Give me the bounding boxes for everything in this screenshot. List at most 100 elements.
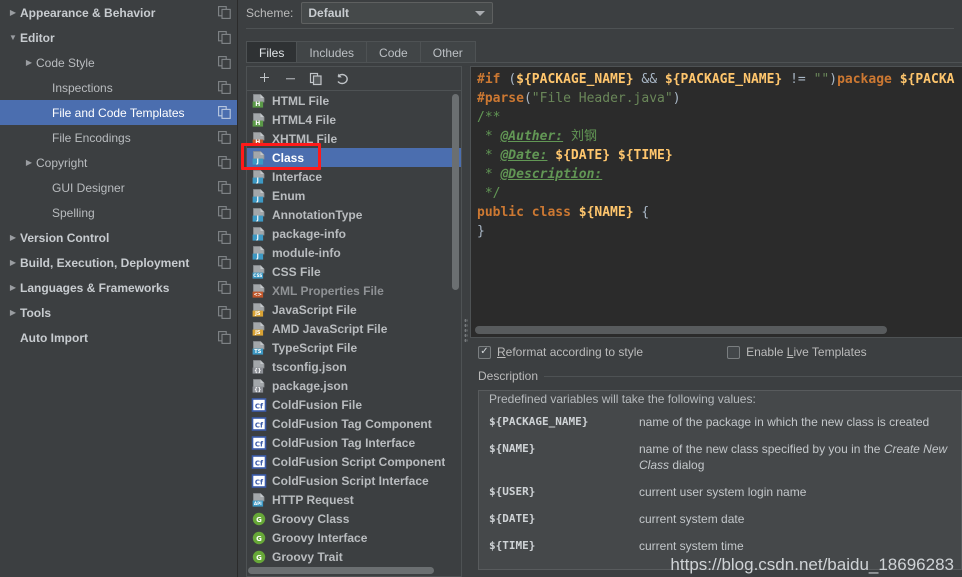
chevron-right-icon[interactable]: ▶	[22, 58, 36, 67]
sidebar-item-label: Spelling	[52, 205, 95, 220]
copy-settings-icon[interactable]	[218, 56, 231, 69]
chevron-right-icon[interactable]: ▶	[22, 158, 36, 167]
file-template-item[interactable]: H HTML File	[247, 91, 461, 110]
file-template-list[interactable]: H HTML File H HTML4 File H XHTML File J Class J I…	[246, 90, 462, 577]
code-line: /**	[477, 108, 962, 127]
file-template-item[interactable]: H XHTML File	[247, 129, 461, 148]
file-template-item[interactable]: Cf ColdFusion Script Interface	[247, 471, 461, 490]
sidebar-item-languages-frameworks[interactable]: ▶ Languages & Frameworks	[0, 275, 237, 300]
file-template-item[interactable]: H HTML4 File	[247, 110, 461, 129]
chevron-right-icon[interactable]: ▶	[6, 233, 20, 242]
scheme-select[interactable]: Default	[301, 2, 494, 24]
description-panel[interactable]: Predefined variables will take the follo…	[478, 390, 962, 570]
copy-settings-icon[interactable]	[218, 206, 231, 219]
copy-settings-icon[interactable]	[218, 331, 231, 344]
copy-settings-icon[interactable]	[218, 306, 231, 319]
file-list-horizontal-scrollbar[interactable]	[248, 566, 451, 575]
file-template-item[interactable]: <> XML Properties File	[247, 281, 461, 300]
sidebar-item-appearance-behavior[interactable]: ▶ Appearance & Behavior	[0, 0, 237, 25]
editor-horizontal-scrollbar[interactable]	[475, 326, 958, 334]
file-template-item[interactable]: {} tsconfig.json	[247, 357, 461, 376]
copy-settings-icon[interactable]	[218, 6, 231, 19]
sidebar-item-spelling[interactable]: Spelling	[0, 200, 237, 225]
file-template-item[interactable]: Cf ColdFusion Tag Component	[247, 414, 461, 433]
reformat-checkbox[interactable]: ✓ Reformat according to style	[478, 345, 643, 359]
tab-includes[interactable]: Includes	[296, 41, 368, 63]
copy-settings-icon[interactable]	[218, 106, 231, 119]
variable-row: ${USER} current user system login name	[489, 484, 951, 511]
add-template-button[interactable]	[253, 69, 275, 89]
file-template-label: Groovy Class	[272, 511, 350, 526]
panel-splitter[interactable]	[462, 66, 470, 577]
sidebar-item-gui-designer[interactable]: GUI Designer	[0, 175, 237, 200]
file-template-item[interactable]: G Groovy Interface	[247, 528, 461, 547]
sidebar-item-editor[interactable]: ▼ Editor	[0, 25, 237, 50]
copy-template-button[interactable]	[305, 69, 327, 89]
file-template-label: CSS File	[272, 264, 321, 279]
svg-text:Cf: Cf	[255, 402, 264, 410]
file-template-item[interactable]: {} package.json	[247, 376, 461, 395]
reset-template-button[interactable]	[331, 69, 353, 89]
file-template-item[interactable]: Cf ColdFusion Script Component	[247, 452, 461, 471]
reformat-checkbox-box[interactable]: ✓	[478, 345, 491, 359]
sidebar-item-tools[interactable]: ▶ Tools	[0, 300, 237, 325]
sidebar-item-copyright[interactable]: ▶ Copyright	[0, 150, 237, 175]
copy-settings-icon[interactable]	[218, 31, 231, 44]
chevron-right-icon[interactable]: ▶	[6, 258, 20, 267]
file-template-item[interactable]: Jmodule-info	[247, 243, 461, 262]
chevron-right-icon[interactable]: ▶	[6, 308, 20, 317]
chevron-right-icon[interactable]: ▶	[6, 283, 20, 292]
file-list-horizontal-thumb[interactable]	[248, 567, 434, 574]
file-template-item[interactable]: J AnnotationType	[247, 205, 461, 224]
copy-settings-icon[interactable]	[218, 131, 231, 144]
file-template-item[interactable]: J Enum	[247, 186, 461, 205]
file-template-label: XHTML File	[272, 131, 338, 146]
copy-settings-icon[interactable]	[218, 231, 231, 244]
tab-code[interactable]: Code	[366, 41, 421, 63]
chevron-down-icon[interactable]: ▼	[6, 33, 20, 42]
file-template-item[interactable]: TS TypeScript File	[247, 338, 461, 357]
remove-template-button[interactable]	[279, 69, 301, 89]
file-template-item[interactable]: JS AMD JavaScript File	[247, 319, 461, 338]
file-list-vertical-thumb[interactable]	[452, 94, 459, 290]
svg-text:API: API	[254, 501, 262, 506]
sidebar-item-inspections[interactable]: Inspections	[0, 75, 237, 100]
file-template-item[interactable]: API HTTP Request	[247, 490, 461, 509]
sidebar-item-version-control[interactable]: ▶ Version Control	[0, 225, 237, 250]
file-template-item[interactable]: Jpackage-info	[247, 224, 461, 243]
code-token: #parse	[477, 91, 524, 106]
copy-settings-icon[interactable]	[218, 281, 231, 294]
template-tabs[interactable]: Files Includes Code Other	[246, 39, 962, 63]
tab-files[interactable]: Files	[246, 41, 298, 63]
code-token: )	[672, 91, 681, 106]
sidebar-item-file-and-code-templates[interactable]: File and Code Templates	[0, 100, 237, 125]
copy-settings-icon[interactable]	[218, 81, 231, 94]
file-template-item[interactable]: CSS CSS File	[247, 262, 461, 281]
file-template-item[interactable]: Cf ColdFusion Tag Interface	[247, 433, 461, 452]
sidebar-item-file-encodings[interactable]: File Encodings	[0, 125, 237, 150]
sidebar-item-code-style[interactable]: ▶ Code Style	[0, 50, 237, 75]
live-templates-checkbox-box[interactable]: ✓	[727, 345, 741, 359]
file-template-item[interactable]: G Groovy Trait	[247, 547, 461, 566]
file-template-item[interactable]: JS JavaScript File	[247, 300, 461, 319]
editor-horizontal-thumb[interactable]	[475, 326, 887, 334]
file-template-item[interactable]: G Groovy Class	[247, 509, 461, 528]
code-line: */	[477, 184, 962, 203]
chevron-right-icon[interactable]: ▶	[6, 8, 20, 17]
copy-settings-icon[interactable]	[218, 181, 231, 194]
watermark: https://blog.csdn.net/baidu_18696283	[670, 555, 954, 574]
tab-other[interactable]: Other	[419, 41, 476, 63]
copy-settings-icon[interactable]	[218, 256, 231, 269]
settings-tree[interactable]: ▶ Appearance & Behavior ▼ Editor ▶ Code Style…	[0, 0, 238, 577]
sidebar-item-build-execution-deployment[interactable]: ▶ Build, Execution, Deployment	[0, 250, 237, 275]
template-code-editor[interactable]: #if (${PACKAGE_NAME} && ${PACKAGE_NAME} …	[470, 66, 962, 338]
description-intro: Predefined variables will take the follo…	[489, 392, 756, 406]
sidebar-item-auto-import[interactable]: Auto Import	[0, 325, 237, 350]
copy-settings-icon[interactable]	[218, 156, 231, 169]
live-templates-checkbox[interactable]: ✓ Enable Live Templates	[727, 345, 867, 359]
template-list-toolbar[interactable]	[246, 66, 462, 90]
file-list-vertical-scrollbar[interactable]	[451, 92, 460, 564]
file-template-item[interactable]: J Interface	[247, 167, 461, 186]
file-template-item[interactable]: Cf ColdFusion File	[247, 395, 461, 414]
file-template-item[interactable]: J Class	[247, 148, 461, 167]
